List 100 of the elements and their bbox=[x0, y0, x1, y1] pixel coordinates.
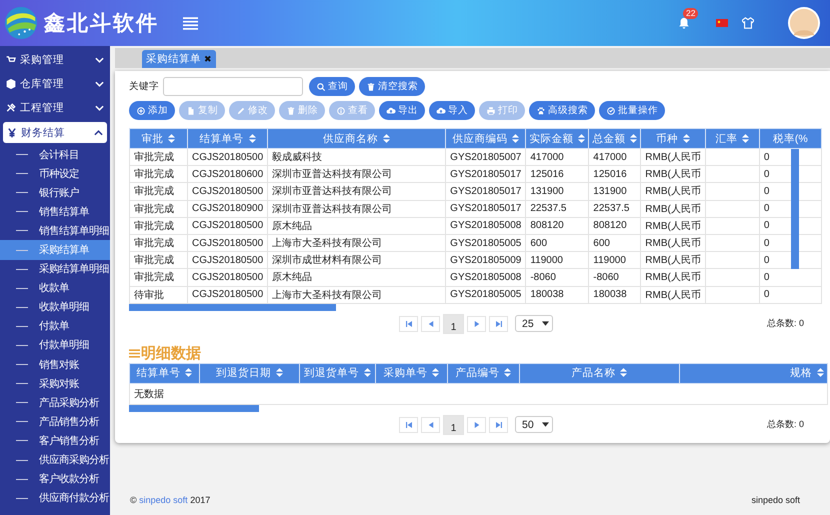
column-header[interactable]: 产品编号 bbox=[448, 363, 520, 384]
sidebar-item[interactable]: 收款单 bbox=[0, 278, 110, 298]
toolbar-button[interactable]: 导出 bbox=[379, 101, 425, 120]
sidebar-item[interactable]: 会计科目 bbox=[0, 145, 110, 164]
table-cell: GYS201805005 bbox=[450, 238, 522, 249]
column-header[interactable]: 规格 bbox=[680, 363, 828, 384]
column-header[interactable]: 实际金额 bbox=[526, 128, 589, 148]
table-cell: 180038 bbox=[530, 289, 564, 300]
column-header[interactable]: 到退货日期 bbox=[200, 363, 300, 384]
current-page[interactable]: 1 bbox=[443, 414, 464, 435]
trash-icon bbox=[286, 106, 296, 116]
notification-badge: 22 bbox=[683, 8, 698, 19]
table-cell: 417000 bbox=[593, 152, 627, 163]
sidebar-item[interactable]: 客户销售分析 bbox=[0, 431, 110, 450]
search-button[interactable]: 查询 bbox=[309, 77, 355, 96]
toolbar-button[interactable]: 批量操作 bbox=[599, 101, 665, 120]
first-page-button[interactable] bbox=[399, 416, 418, 433]
toolbar-button[interactable]: 高级搜索 bbox=[529, 101, 595, 120]
toolbar-button[interactable]: 导入 bbox=[429, 101, 475, 120]
table-cell: 深圳市亚普达科技有限公司 bbox=[272, 169, 392, 180]
page-size-select[interactable]: 50 bbox=[515, 416, 553, 434]
sidebar-group[interactable]: 采购管理 bbox=[0, 48, 110, 72]
vertical-scrollbar[interactable] bbox=[791, 149, 799, 269]
table-cell: 审批完成 bbox=[134, 220, 174, 232]
sidebar-item[interactable]: 客户收款分析 bbox=[0, 470, 110, 489]
next-page-button[interactable] bbox=[467, 416, 486, 433]
trash-icon bbox=[366, 82, 376, 92]
column-header[interactable]: 总金额 bbox=[588, 128, 641, 148]
sidebar-item[interactable]: 供应商采购分析 bbox=[0, 450, 110, 470]
sort-icon bbox=[168, 134, 176, 142]
column-header[interactable]: 汇率 bbox=[705, 128, 760, 148]
sidebar-item[interactable]: 银行账户 bbox=[0, 183, 110, 202]
table-cell: 0 bbox=[764, 203, 770, 214]
company-link[interactable]: sinpedo soft bbox=[139, 495, 188, 505]
column-header[interactable]: 产品名称 bbox=[520, 363, 680, 384]
paw-icon bbox=[536, 106, 546, 116]
sidebar-group[interactable]: 仓库管理 bbox=[0, 72, 110, 96]
sidebar-item[interactable]: 收款单明细 bbox=[0, 298, 110, 317]
sidebar-item[interactable]: 付款单 bbox=[0, 316, 110, 336]
column-header[interactable]: 结算单号 bbox=[188, 128, 268, 148]
table-cell: 待审批 bbox=[134, 290, 164, 301]
cloud-icon bbox=[436, 106, 446, 116]
first-page-icon bbox=[406, 422, 412, 428]
previous-page-button[interactable] bbox=[421, 316, 440, 332]
sidebar-item[interactable]: 产品销售分析 bbox=[0, 412, 110, 432]
sidebar-group[interactable]: 工程管理 bbox=[0, 96, 110, 120]
column-header[interactable]: 审批 bbox=[130, 128, 188, 148]
cart-icon bbox=[6, 55, 16, 65]
sidebar-item[interactable]: 采购结算单明细 bbox=[0, 260, 110, 279]
first-page-button[interactable] bbox=[399, 316, 418, 332]
sidebar-item[interactable]: 采购对账 bbox=[0, 374, 110, 394]
column-header[interactable]: 采购单号 bbox=[376, 363, 448, 384]
page-size-select[interactable]: 25 bbox=[515, 315, 553, 332]
flag-icon[interactable] bbox=[716, 19, 728, 27]
table-cell: 0 bbox=[764, 152, 770, 163]
table-cell: 808120 bbox=[530, 220, 564, 232]
keyword-field[interactable] bbox=[163, 77, 303, 96]
column-header[interactable]: 供应商名称 bbox=[268, 128, 446, 148]
cube-icon bbox=[6, 79, 16, 89]
shirt-icon[interactable] bbox=[742, 17, 754, 29]
sidebar-group[interactable]: 财务结算 bbox=[3, 122, 107, 143]
column-header[interactable]: 供应商编码 bbox=[446, 128, 526, 148]
close-icon[interactable]: ✖ bbox=[204, 54, 212, 64]
sidebar-item[interactable]: 销售对账 bbox=[0, 355, 110, 374]
table-cell: 上海市大圣科技有限公司 bbox=[272, 290, 382, 301]
next-page-button[interactable] bbox=[467, 316, 486, 332]
table-cell: CGJS20180500 bbox=[192, 238, 264, 249]
last-page-button[interactable] bbox=[489, 416, 508, 433]
table-cell: 0 bbox=[764, 238, 770, 249]
sidebar-item[interactable]: 产品采购分析 bbox=[0, 393, 110, 412]
sidebar-item[interactable]: 供应商付款分析 bbox=[0, 488, 110, 508]
column-header[interactable]: 币种 bbox=[640, 128, 706, 148]
sort-icon bbox=[620, 368, 628, 378]
last-page-button[interactable] bbox=[489, 316, 508, 332]
sort-icon bbox=[512, 134, 520, 142]
table-cell: 22537.5 bbox=[530, 203, 566, 214]
search-button[interactable]: 清空搜索 bbox=[359, 77, 425, 96]
sort-icon bbox=[432, 368, 440, 378]
current-page[interactable]: 1 bbox=[443, 314, 464, 334]
column-header[interactable]: 结算单号 bbox=[130, 363, 200, 384]
table-cell: 审批完成 bbox=[134, 272, 174, 284]
sidebar-item[interactable]: 币种设定 bbox=[0, 164, 110, 184]
table-cell: 审批完成 bbox=[134, 238, 174, 250]
sidebar-item[interactable]: 付款单明细 bbox=[0, 336, 110, 356]
sidebar-item[interactable]: 采购结算单 bbox=[0, 240, 110, 260]
previous-page-button[interactable] bbox=[421, 416, 440, 433]
table-cell: CGJS20180900 bbox=[192, 203, 264, 214]
column-header[interactable]: 到退货单号 bbox=[300, 363, 376, 384]
tab[interactable]: 采购结算单 ✖ bbox=[142, 50, 216, 68]
column-header[interactable]: 税率(% bbox=[759, 128, 822, 148]
toolbar-button[interactable]: 添加 bbox=[129, 101, 175, 120]
sort-icon bbox=[383, 134, 390, 142]
table-cell: -8060 bbox=[593, 272, 619, 283]
avatar[interactable] bbox=[788, 7, 820, 39]
bell-icon[interactable] bbox=[678, 17, 690, 29]
sidebar-item[interactable]: 销售结算单明细 bbox=[0, 221, 110, 240]
sidebar-item[interactable]: 销售结算单 bbox=[0, 202, 110, 222]
printer-icon bbox=[486, 106, 496, 116]
table-cell: 119000 bbox=[593, 254, 626, 266]
menu-icon[interactable] bbox=[183, 16, 198, 30]
